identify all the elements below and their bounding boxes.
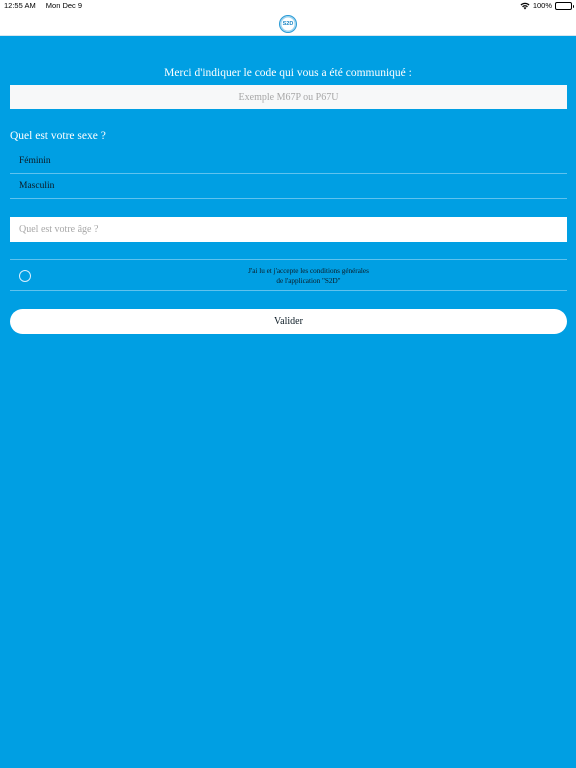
wifi-icon <box>520 2 530 9</box>
nav-bar: S2D <box>0 12 576 36</box>
sex-option-masculin[interactable]: Masculin <box>10 174 567 199</box>
code-prompt: Merci d'indiquer le code qui vous a été … <box>164 67 412 79</box>
sex-option-feminin[interactable]: Féminin <box>10 149 567 174</box>
logo-text: S2D <box>282 21 294 27</box>
sex-question: Quel est votre sexe ? <box>10 130 106 142</box>
submit-button[interactable]: Valider <box>10 309 567 334</box>
terms-label: J'ai lu et j'accepte les conditions géné… <box>50 266 567 286</box>
terms-line-2: de l'application "S2D" <box>276 277 341 285</box>
battery-icon <box>555 1 574 10</box>
terms-radio-button[interactable] <box>19 270 31 282</box>
status-date: Mon Dec 9 <box>45 1 83 10</box>
battery-percent: 100% <box>532 1 552 10</box>
terms-line-1: J'ai lu et j'accepte les conditions géné… <box>248 267 369 275</box>
status-right: 100% <box>520 1 574 10</box>
option-label: Masculin <box>19 181 55 191</box>
age-input[interactable] <box>10 217 567 242</box>
option-label: Féminin <box>19 156 51 166</box>
status-left: 12:55 AM Mon Dec 9 <box>4 1 90 10</box>
code-input[interactable] <box>10 85 567 109</box>
terms-row: J'ai lu et j'accepte les conditions géné… <box>10 259 567 291</box>
status-bar: 12:55 AM Mon Dec 9 100% <box>0 0 576 12</box>
app-logo: S2D <box>279 15 297 33</box>
status-time: 12:55 AM <box>4 1 36 10</box>
